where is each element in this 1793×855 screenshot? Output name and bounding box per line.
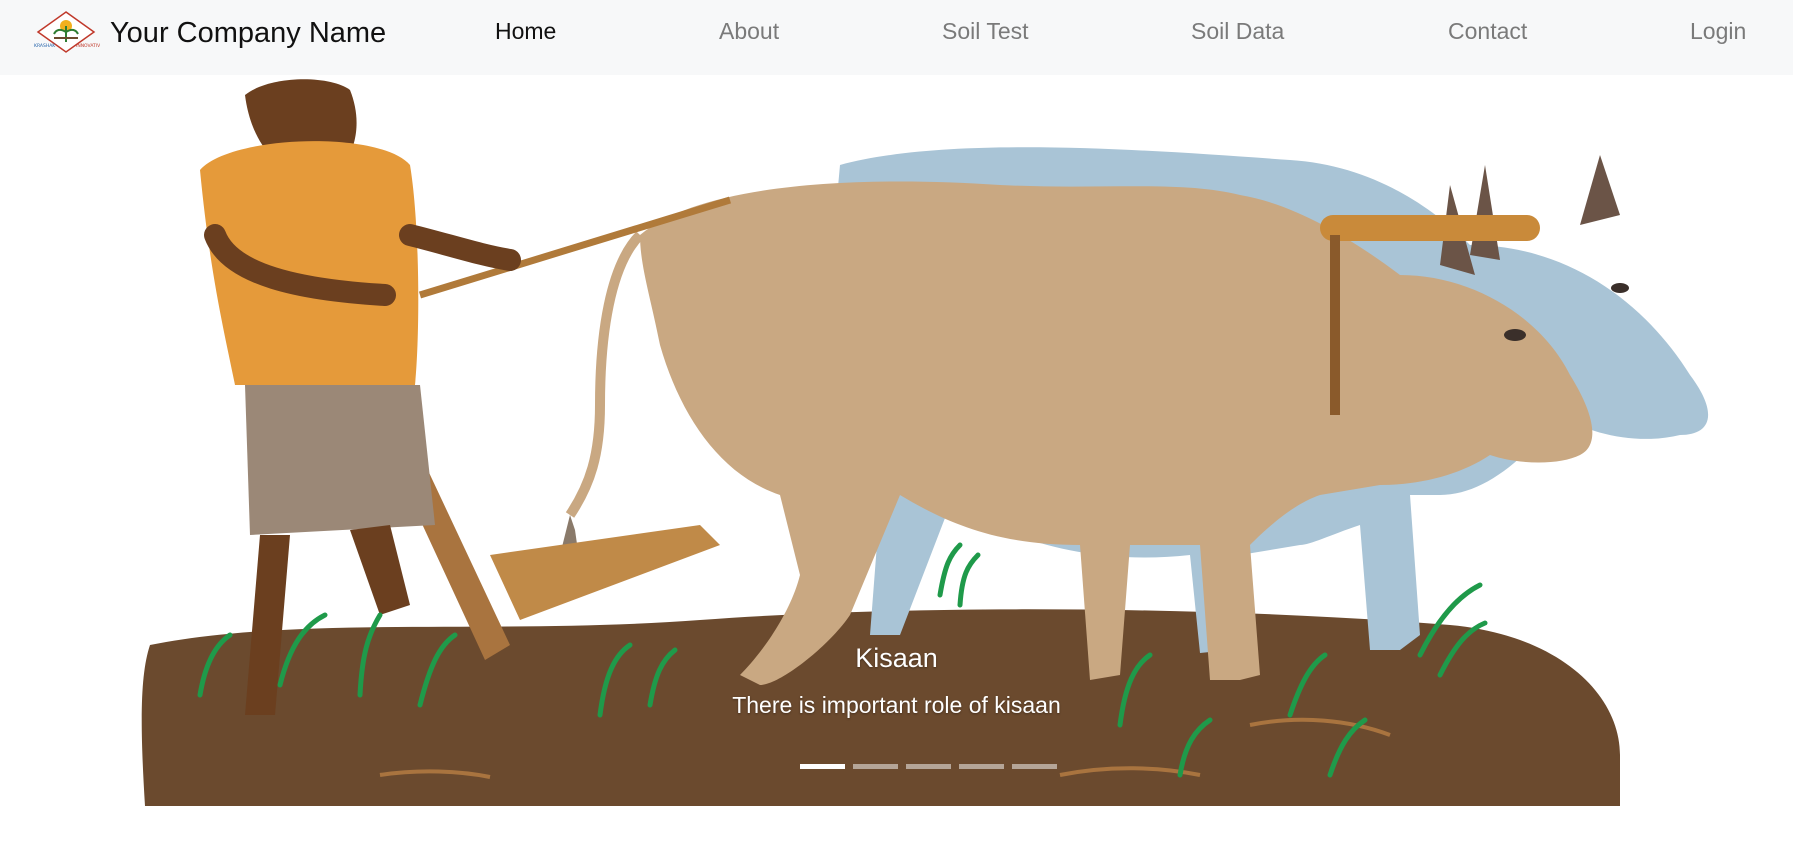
carousel-indicator-2[interactable] <box>853 764 898 769</box>
carousel-indicators <box>800 764 1057 769</box>
carousel-caption-title: Kisaan <box>855 643 938 673</box>
navbar: KRASHAK INNOVATIVE Your Company Name Hom… <box>0 0 1793 75</box>
carousel-indicator-1[interactable] <box>800 764 845 769</box>
carousel-caption-text: There is important role of kisaan <box>732 692 1061 718</box>
carousel-indicator-5[interactable] <box>1012 764 1057 769</box>
nav-soil-test[interactable]: Soil Test <box>942 18 1029 45</box>
logo-text-right: INNOVATIVE <box>76 43 100 49</box>
carousel-indicator-4[interactable] <box>959 764 1004 769</box>
hero-carousel[interactable]: Kisaan There is important role of kisaan <box>0 75 1793 806</box>
nav-soil-data[interactable]: Soil Data <box>1191 18 1284 45</box>
nav-home[interactable]: Home <box>495 18 556 45</box>
carousel-indicator-3[interactable] <box>906 764 951 769</box>
company-name: Your Company Name <box>110 16 387 49</box>
company-logo: KRASHAK INNOVATIVE <box>34 11 100 53</box>
nav-contact[interactable]: Contact <box>1448 18 1527 45</box>
logo-text-left: KRASHAK <box>34 43 56 49</box>
nav-login[interactable]: Login <box>1690 18 1746 45</box>
nav-about[interactable]: About <box>719 18 779 45</box>
brand-link[interactable]: KRASHAK INNOVATIVE Your Company Name <box>32 10 386 56</box>
